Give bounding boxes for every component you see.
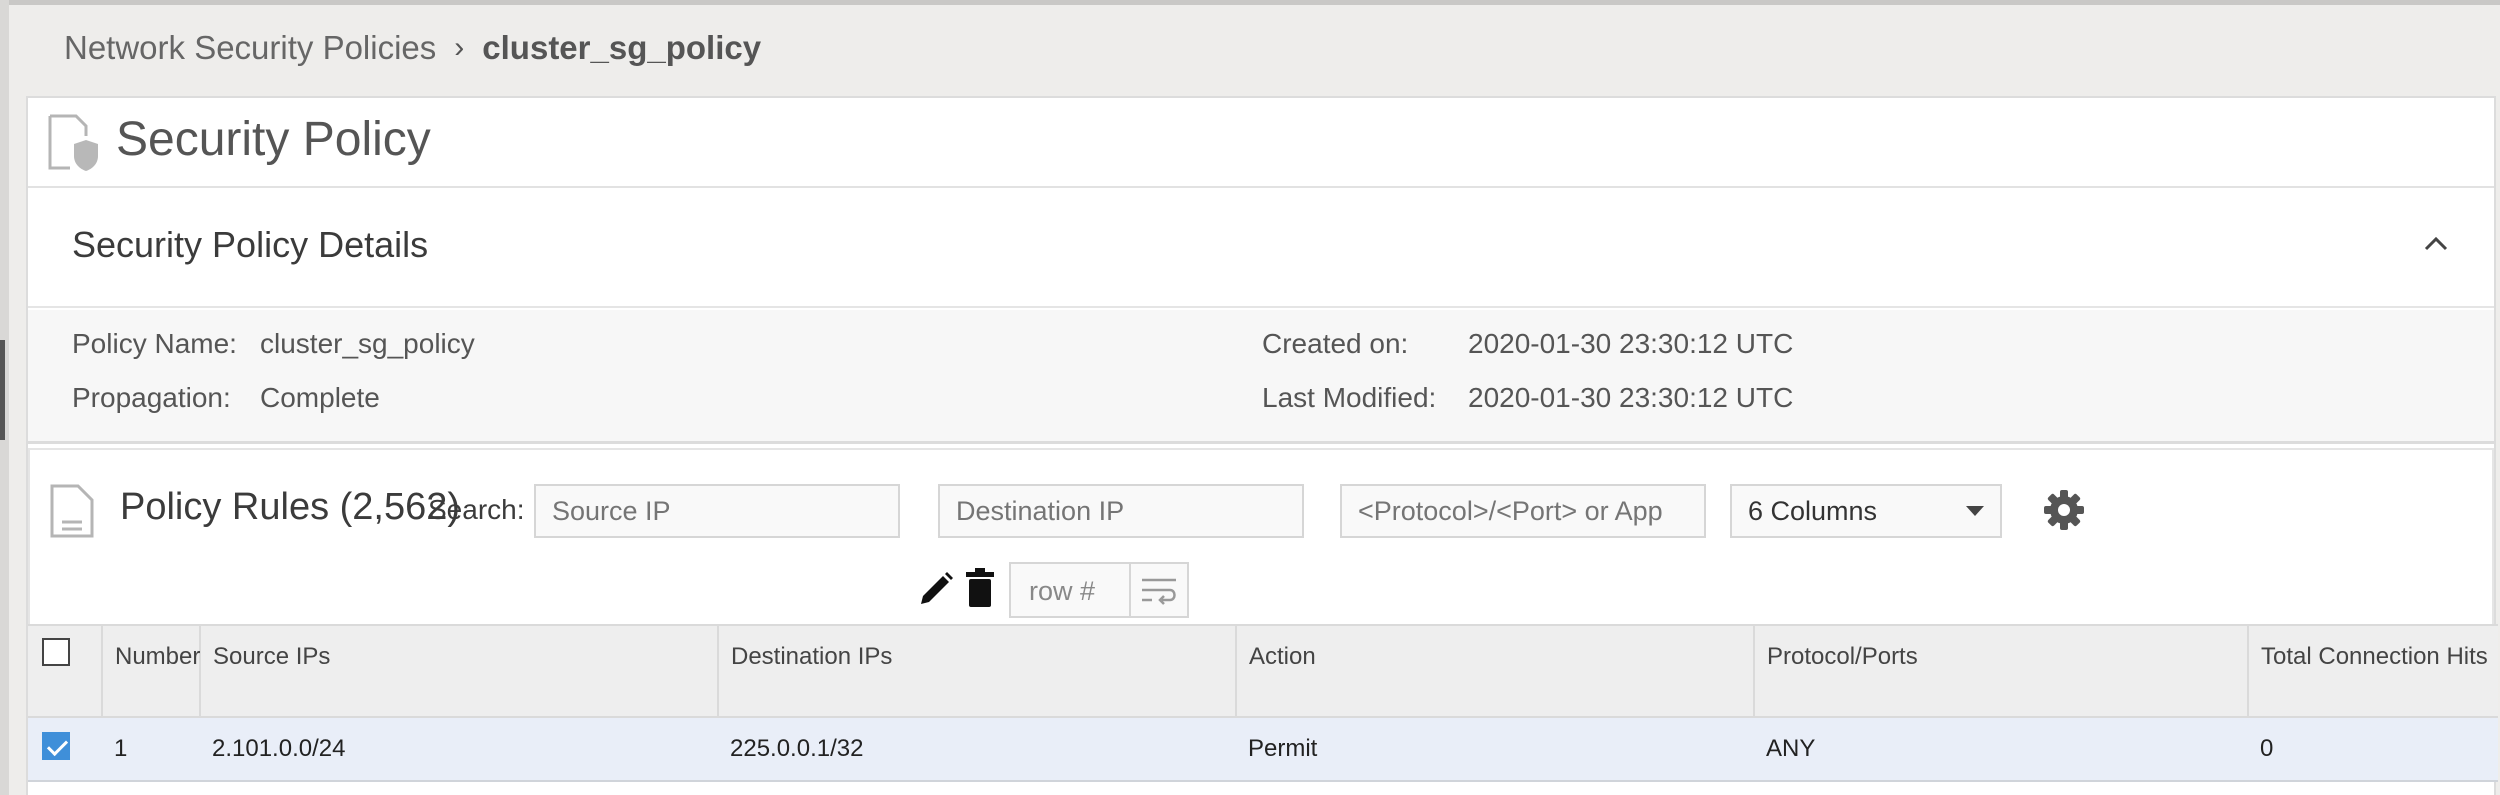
policy-document-icon: [48, 114, 98, 171]
cell-hits: 0: [2248, 717, 2498, 782]
column-header-number[interactable]: Number: [102, 624, 201, 718]
window-top-border: [0, 0, 2500, 5]
breadcrumb-link-network-security-policies[interactable]: Network Security Policies: [64, 29, 436, 67]
modified-label: Last Modified:: [1262, 382, 1437, 413]
cell-source-ip: 2.101.0.0/24: [200, 717, 718, 782]
column-header-protocol-ports[interactable]: Protocol/Ports: [1754, 624, 2249, 718]
cell-destination-ip: 225.0.0.1/32: [718, 717, 1236, 782]
select-all-checkbox[interactable]: [42, 638, 70, 666]
rules-title: Policy Rules (2,562): [120, 486, 461, 528]
column-header-action[interactable]: Action: [1236, 624, 1755, 718]
breadcrumb-current: cluster_sg_policy: [482, 29, 762, 66]
column-header-source-ips[interactable]: Source IPs: [200, 624, 719, 718]
column-header-total-connection-hits[interactable]: Total Connection Hits: [2248, 624, 2498, 718]
modified-value: 2020-01-30 23:30:12 UTC: [1468, 382, 1794, 413]
propagation-label: Propagation:: [72, 382, 231, 413]
select-all-header: [28, 624, 103, 718]
policy-name-label: Policy Name:: [72, 328, 237, 359]
cell-number: 1: [102, 717, 200, 782]
breadcrumb: Network Security Policies › cluster_sg_p…: [64, 24, 761, 72]
destination-ip-input[interactable]: [938, 484, 1304, 538]
cell-protocol: ANY: [1754, 717, 2248, 782]
created-value: 2020-01-30 23:30:12 UTC: [1468, 328, 1794, 359]
row-select-cell: [28, 717, 102, 782]
wrap-text-icon: [1142, 578, 1176, 605]
wrap-text-button[interactable]: [1129, 564, 1187, 616]
created-label: Created on:: [1262, 328, 1409, 359]
row-checkbox[interactable]: [42, 731, 70, 760]
propagation-value: Complete: [260, 382, 380, 413]
rules-toolbar: Policy Rules (2,562) Search: 6 Columns: [28, 448, 2494, 624]
propagation-row: Propagation: Complete: [72, 382, 380, 414]
row-number-input[interactable]: row #: [1009, 562, 1189, 618]
trash-icon[interactable]: [964, 568, 996, 608]
policy-rules-table: Number Source IPs Destination IPs Action…: [28, 624, 2498, 782]
columns-select-value: 6 Columns: [1748, 495, 1878, 526]
search-label: Search:: [428, 494, 525, 525]
table-header-row: Number Source IPs Destination IPs Action…: [28, 624, 2498, 718]
source-ip-input[interactable]: [534, 484, 900, 538]
rules-document-icon: [50, 484, 94, 538]
policy-name-row: Policy Name: cluster_sg_policy: [72, 328, 475, 360]
table-row[interactable]: 1 2.101.0.0/24 225.0.0.1/32 Permit ANY 0: [28, 717, 2498, 782]
column-header-destination-ips[interactable]: Destination IPs: [718, 624, 1237, 718]
row-number-placeholder: row #: [1029, 576, 1096, 606]
security-policy-panel: Security Policy Security Policy Details …: [26, 96, 2498, 795]
details-section-header[interactable]: Security Policy Details: [28, 190, 2494, 308]
page-title-bar: Security Policy: [28, 98, 2494, 188]
page-title: Security Policy: [116, 113, 431, 166]
protocol-port-input[interactable]: [1340, 484, 1706, 538]
caret-down-icon: [1966, 506, 1984, 516]
details-section-body: Policy Name: cluster_sg_policy Propagati…: [28, 310, 2494, 444]
columns-select[interactable]: 6 Columns: [1730, 484, 2002, 538]
created-row: Created on: 2020-01-30 23:30:12 UTC: [1262, 328, 1793, 360]
policy-rules-section: Policy Rules (2,562) Search: 6 Columns: [28, 448, 2498, 795]
cell-action: Permit: [1236, 717, 1754, 782]
window-left-edge: [0, 0, 9, 795]
chevron-up-icon[interactable]: [2418, 226, 2454, 262]
edit-pencil-icon[interactable]: [917, 570, 955, 608]
breadcrumb-separator: ›: [454, 31, 465, 64]
gear-icon[interactable]: [2042, 488, 2086, 532]
policy-name-value: cluster_sg_policy: [260, 328, 475, 359]
modified-row: Last Modified: 2020-01-30 23:30:12 UTC: [1262, 382, 1793, 414]
details-section-title: Security Policy Details: [72, 224, 429, 265]
